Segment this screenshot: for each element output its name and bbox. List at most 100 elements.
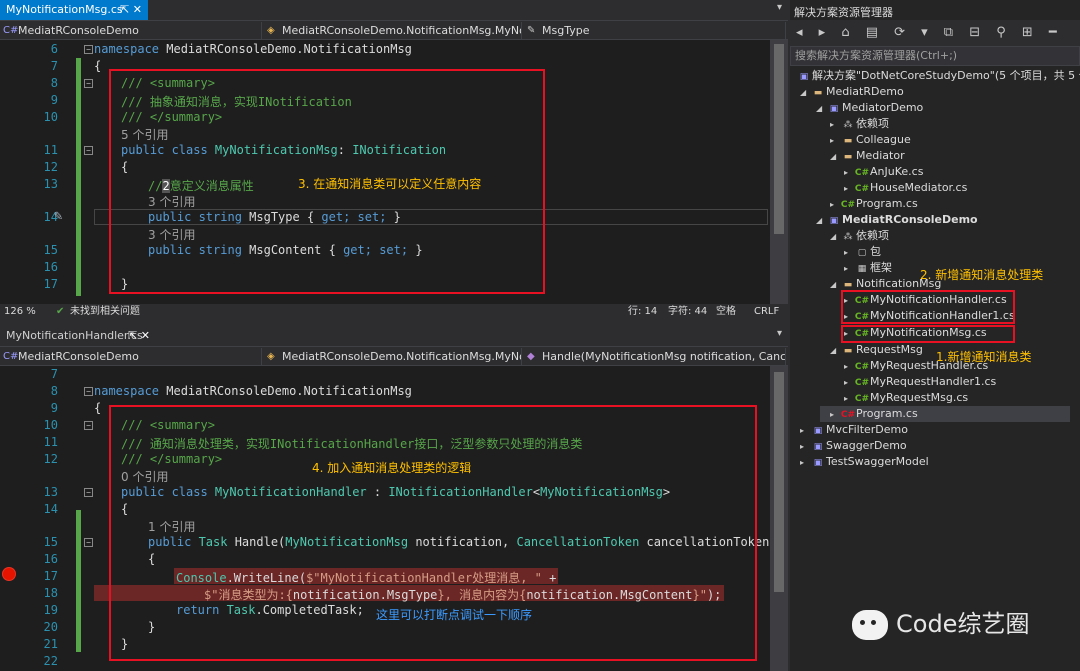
annotation-new-handler: 2. 新增通知消息处理类	[920, 268, 1044, 282]
tree-item[interactable]: ▸ C#MyRequestMsg.cs	[844, 390, 968, 406]
tree-item-selected[interactable]: ▸ C#Program.cs	[820, 406, 1070, 422]
solution-search-input[interactable]: 搜索解决方案资源管理器(Ctrl+;)	[790, 46, 1080, 66]
tree-item[interactable]: ▸ ▣ MvcFilterDemo	[800, 422, 908, 438]
tree-item[interactable]: ▸ ▬ Colleague	[830, 132, 911, 148]
tab-overflow-dropdown-icon[interactable]: ▾	[777, 2, 782, 13]
code-line-7: {	[94, 59, 102, 73]
tree-item[interactable]: ▸ C#MyRequestHandler1.cs	[844, 374, 996, 390]
line-number: 10	[43, 418, 58, 432]
solution-explorer: 解决方案资源管理器 ◂ ▸ ⌂ ▤ ⟳ ▾ ⧉ ⊟ ⚲ ⊞ ━ 搜索解决方案资源…	[790, 0, 1080, 671]
line-number: 18	[43, 586, 58, 600]
line-number: 21	[43, 637, 58, 651]
folder-icon: ▬	[843, 136, 853, 146]
line-number: 12	[43, 160, 58, 174]
tree-item[interactable]: ◢ ▣ MediatRConsoleDemo	[816, 212, 978, 228]
quick-actions-icon[interactable]: ✎	[54, 208, 62, 224]
tab-mynotificationmsg[interactable]: MyNotificationMsg.cs ⇱ ✕	[0, 0, 148, 20]
tab-pin-close-icon[interactable]: ⇱ ✕	[120, 0, 142, 20]
tab-title: MyNotificationMsg.cs	[6, 3, 123, 16]
annotation-define-content: 3. 在通知消息类可以定义任意内容	[298, 177, 482, 191]
folder-icon: ▬	[813, 88, 823, 98]
zoom-level[interactable]: 126 %	[4, 304, 36, 320]
annotation-new-msg: 1.新增通知消息类	[936, 350, 1032, 364]
nav-member-dropdown[interactable]: ◆ Handle(MyNotificationMsg notification,…	[524, 348, 786, 365]
line-number: 9	[50, 401, 58, 415]
bottom-code-editor[interactable]: 7 8 9 10 11 12 13 14 15 16 17 18 19 20 2…	[0, 366, 777, 671]
collapse-toggle-icon[interactable]: −	[84, 538, 93, 547]
tree-item[interactable]: ▸ C#AnJuKe.cs	[844, 164, 923, 180]
tree-item[interactable]: ◢ ⁂ 依赖项	[830, 228, 889, 244]
line-number: 8	[50, 76, 58, 90]
csharp-file-icon: C#	[854, 394, 870, 404]
csharp-file-icon: C#	[854, 362, 870, 372]
collapse-toggle-icon[interactable]: −	[84, 45, 93, 54]
line-number: 12	[43, 452, 58, 466]
framework-icon: ▦	[857, 264, 867, 274]
line-number: 22	[43, 654, 58, 668]
scrollbar-thumb[interactable]	[774, 372, 784, 592]
bottom-vertical-scrollbar[interactable]	[770, 366, 788, 671]
bottom-navigation-bar: C# MediatRConsoleDemo ◈ MediatRConsoleDe…	[0, 346, 788, 366]
line-number: 17	[43, 277, 58, 291]
collapse-toggle-icon[interactable]: −	[84, 146, 93, 155]
tree-item[interactable]: ▸ ⁂ 依赖项	[830, 116, 889, 132]
class-icon: ◈	[267, 25, 275, 36]
collapse-toggle-icon[interactable]: −	[84, 421, 93, 430]
row-indicator: 行: 14	[628, 306, 658, 317]
line-number: 11	[43, 143, 58, 157]
line-ending-indicator[interactable]: CRLF	[754, 304, 779, 320]
bottom-tab-bar: MyNotificationHandler.cs ⇱ ✕ ▾	[0, 326, 788, 346]
nav-class-dropdown[interactable]: ◈ MediatRConsoleDemo.NotificationMsg.MyN…	[264, 22, 522, 39]
issues-status[interactable]: 未找到相关问题	[70, 304, 140, 320]
line-number: 13	[43, 485, 58, 499]
tree-item[interactable]: ▸ ▢ 包	[844, 244, 881, 260]
line-number: 11	[43, 435, 58, 449]
tree-item[interactable]: ▸ ▣ TestSwaggerModel	[800, 454, 929, 470]
tree-item[interactable]: ▸ ▦ 框架	[844, 260, 892, 276]
project-icon: ▣	[813, 442, 823, 452]
top-code-editor[interactable]: 6 7 8 9 10 11 12 13 14 15 16 17 − − − ✎ …	[0, 40, 770, 320]
annotation-box-msg-file	[841, 325, 1015, 343]
tab-mynotificationhandler[interactable]: MyNotificationHandler.cs ⇱ ✕	[0, 326, 156, 346]
tree-item[interactable]: ◢ ▬ RequestMsg	[830, 342, 923, 358]
folder-icon: ▬	[843, 152, 853, 162]
scrollbar-thumb[interactable]	[774, 44, 784, 234]
tree-item[interactable]: ▸ ▣ SwaggerDemo	[800, 438, 907, 454]
dependencies-icon: ⁂	[843, 232, 853, 242]
project-icon: ▣	[813, 426, 823, 436]
tree-item[interactable]: ◢ ▬ Mediator	[830, 148, 905, 164]
solution-explorer-toolbar[interactable]: ◂ ▸ ⌂ ▤ ⟳ ▾ ⧉ ⊟ ⚲ ⊞ ━	[790, 20, 1080, 46]
project-icon: ▣	[829, 104, 839, 114]
nav-class-dropdown[interactable]: ◈ MediatRConsoleDemo.NotificationMsg.MyN…	[264, 348, 522, 365]
tree-item[interactable]: ◢ ▣ MediatorDemo	[816, 100, 923, 116]
annotation-box-handler-files	[841, 290, 1015, 324]
tab-pin-close-icon[interactable]: ⇱ ✕	[128, 326, 150, 346]
tree-item[interactable]: ▸ C#HouseMediator.cs	[844, 180, 967, 196]
tree-solution-root[interactable]: ▣ 解决方案"DotNetCoreStudyDemo"(5 个项目，共 5 个)	[796, 68, 1080, 84]
nav-member-dropdown[interactable]: ✎ MsgType	[524, 22, 786, 39]
collapse-toggle-icon[interactable]: −	[84, 79, 93, 88]
line-number: 13	[43, 177, 58, 191]
line-number: 15	[43, 243, 58, 257]
editor-status-bar: 126 % ✔ 未找到相关问题 行: 14 字符: 44 空格 CRLF	[0, 304, 788, 320]
line-number: 9	[50, 93, 58, 107]
tree-item[interactable]: ▸ C#Program.cs	[830, 196, 918, 212]
nav-project-dropdown[interactable]: C# MediatRConsoleDemo	[0, 22, 262, 39]
dependencies-icon: ⁂	[843, 120, 853, 130]
collapse-toggle-icon[interactable]: −	[84, 387, 93, 396]
csharp-file-icon: C#	[854, 168, 870, 178]
top-navigation-bar: C# MediatRConsoleDemo ◈ MediatRConsoleDe…	[0, 20, 788, 40]
wechat-icon	[852, 610, 888, 640]
csharp-project-icon: C#	[3, 351, 19, 362]
class-icon: ◈	[267, 351, 275, 362]
csharp-project-icon: C#	[3, 25, 19, 36]
tree-item[interactable]: ◢ ▬ MediatRDemo	[800, 84, 904, 100]
tab-overflow-dropdown-icon[interactable]: ▾	[777, 328, 782, 339]
collapse-toggle-icon[interactable]: −	[84, 488, 93, 497]
nav-project-dropdown[interactable]: C# MediatRConsoleDemo	[0, 348, 262, 365]
folder-icon: ▬	[843, 346, 853, 356]
breakpoint-icon[interactable]	[2, 567, 16, 581]
csharp-file-icon: C#	[840, 410, 856, 420]
line-number: 14	[43, 502, 58, 516]
top-vertical-scrollbar[interactable]	[770, 40, 788, 304]
